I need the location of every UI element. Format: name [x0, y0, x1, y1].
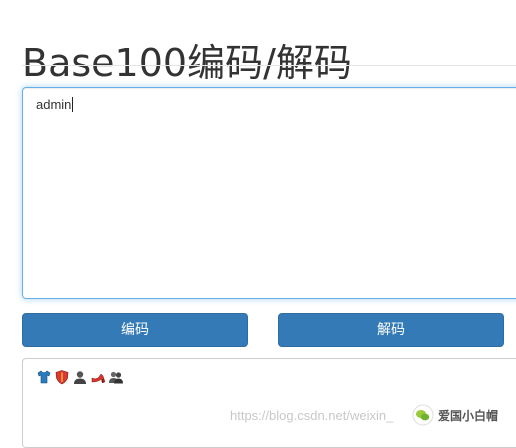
- output-textarea[interactable]: [22, 358, 516, 448]
- bust-icon: [74, 371, 86, 384]
- busts-icon: [109, 371, 123, 384]
- wechat-logo-icon: [412, 404, 434, 426]
- output-emoji-row: [36, 369, 124, 385]
- encode-button[interactable]: 编码: [22, 313, 248, 347]
- watermark-author: 爱国小白帽: [438, 409, 499, 423]
- input-text: admin: [36, 97, 74, 112]
- input-textarea[interactable]: admin: [22, 87, 516, 299]
- shirt-icon: [37, 370, 51, 384]
- decode-button[interactable]: 解码: [278, 313, 504, 347]
- title-divider: [22, 65, 516, 66]
- shield-icon: [55, 370, 69, 385]
- watermark-url: https://blog.csdn.net/weixin_: [230, 408, 394, 423]
- page-title: Base100编码/解码: [22, 41, 352, 86]
- text-caret: [72, 97, 74, 112]
- high-heel-icon: [91, 373, 106, 383]
